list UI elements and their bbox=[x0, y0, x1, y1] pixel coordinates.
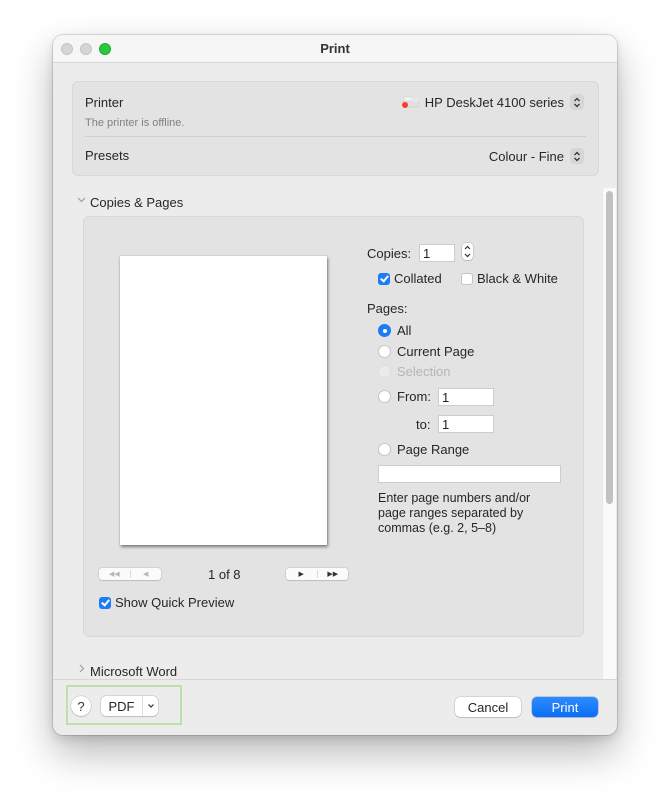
pages-range-label: Page Range bbox=[397, 442, 470, 457]
printer-status: The printer is offline. bbox=[85, 117, 185, 129]
next-page-icon[interactable]: ▶ bbox=[286, 570, 317, 578]
printer-popup[interactable]: HP DeskJet 4100 series bbox=[401, 92, 584, 112]
pages-current-radio[interactable] bbox=[378, 345, 391, 358]
cancel-button[interactable]: Cancel bbox=[455, 697, 521, 717]
pdf-menu-button[interactable]: PDF bbox=[101, 696, 158, 716]
footer-divider bbox=[53, 679, 617, 680]
pages-range-radio[interactable] bbox=[378, 443, 391, 456]
page-range-help-text: Enter page numbers and/or page ranges se… bbox=[378, 491, 531, 535]
microsoft-word-section-title[interactable]: Microsoft Word bbox=[90, 664, 177, 679]
printer-value: HP DeskJet 4100 series bbox=[424, 94, 564, 110]
black-white-label: Black & White bbox=[477, 271, 558, 286]
chevron-right-icon[interactable] bbox=[78, 664, 86, 676]
pages-current-label: Current Page bbox=[397, 344, 475, 359]
printer-label: Printer bbox=[85, 95, 124, 110]
preview-nav-forward: ▶ ▶▶ bbox=[286, 568, 348, 580]
pages-selection-label: Selection bbox=[397, 364, 451, 379]
page-range-input[interactable] bbox=[378, 465, 561, 483]
quick-preview-label: Show Quick Preview bbox=[115, 595, 235, 610]
print-dialog: Print Printer The printer is offline. HP… bbox=[53, 35, 617, 735]
last-page-icon[interactable]: ▶▶ bbox=[318, 570, 349, 578]
copies-stepper[interactable] bbox=[462, 243, 473, 260]
printer-icon bbox=[401, 96, 420, 108]
title-bar: Print bbox=[53, 35, 617, 63]
copies-pages-section-title[interactable]: Copies & Pages bbox=[90, 195, 183, 210]
pages-label: Pages: bbox=[367, 301, 408, 316]
collated-checkbox[interactable] bbox=[378, 273, 390, 285]
previous-page-icon[interactable]: ◀ bbox=[131, 570, 162, 578]
chevron-updown-icon bbox=[570, 148, 584, 164]
printer-settings-box: Printer The printer is offline. HP DeskJ… bbox=[72, 81, 599, 176]
presets-popup[interactable]: Colour - Fine bbox=[489, 146, 584, 166]
page-indicator: 1 of 8 bbox=[208, 567, 241, 582]
scrollbar-thumb[interactable] bbox=[606, 191, 613, 504]
chevron-down-icon bbox=[143, 703, 158, 709]
pages-from-label: From: bbox=[397, 389, 431, 404]
presets-label: Presets bbox=[85, 148, 130, 163]
pages-all-radio[interactable] bbox=[378, 324, 391, 337]
first-page-icon[interactable]: ◀◀ bbox=[99, 570, 130, 578]
scrollbar[interactable] bbox=[602, 188, 616, 679]
chevron-down-icon[interactable] bbox=[77, 196, 86, 207]
window-title: Print bbox=[320, 41, 350, 56]
to-label: to: bbox=[416, 417, 431, 432]
page-preview bbox=[120, 256, 327, 545]
pages-all-label: All bbox=[397, 323, 412, 338]
help-button[interactable]: ? bbox=[71, 696, 91, 716]
copies-pages-box: ◀◀ ◀ 1 of 8 ▶ ▶▶ Show Quick Preview Copi… bbox=[83, 216, 584, 637]
to-page-input[interactable] bbox=[438, 415, 494, 433]
pages-from-radio[interactable] bbox=[378, 390, 391, 403]
chevron-updown-icon bbox=[570, 94, 584, 110]
black-white-checkbox[interactable] bbox=[461, 273, 473, 285]
collated-label: Collated bbox=[394, 271, 442, 286]
presets-value: Colour - Fine bbox=[488, 148, 564, 164]
preview-nav-back: ◀◀ ◀ bbox=[99, 568, 161, 580]
pdf-label: PDF bbox=[108, 698, 135, 714]
divider bbox=[85, 136, 586, 137]
from-page-input[interactable] bbox=[438, 388, 494, 406]
copies-label: Copies: bbox=[367, 246, 412, 261]
pages-selection-radio bbox=[378, 365, 391, 378]
print-button[interactable]: Print bbox=[532, 697, 598, 717]
quick-preview-checkbox[interactable] bbox=[99, 597, 111, 609]
offline-status-dot bbox=[401, 102, 408, 108]
copies-input[interactable] bbox=[419, 244, 455, 262]
